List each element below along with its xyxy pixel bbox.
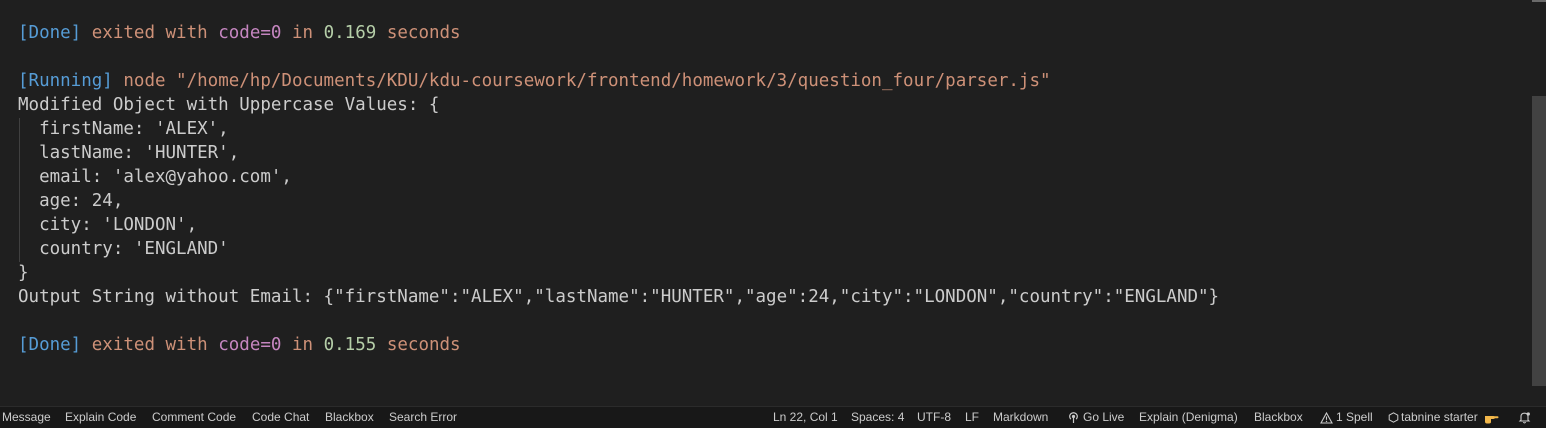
status-cursor-position[interactable]: Ln 22, Col 1 [773, 407, 838, 428]
seconds-text: seconds [386, 23, 461, 43]
done-tag: [Done] [18, 335, 82, 355]
object-line-email: email: 'alex@yahoo.com', [18, 167, 292, 187]
exit-code: code=0 [218, 23, 282, 43]
status-tabnine[interactable]: tabnine starter [1388, 407, 1502, 428]
in-text: in [291, 335, 314, 355]
status-language-mode[interactable]: Markdown [993, 407, 1048, 428]
output-line-done-2: [Done] exited with code=0 in 0.155 secon… [18, 333, 461, 357]
seconds-text: seconds [386, 335, 461, 355]
tabnine-icon [1388, 412, 1399, 424]
object-line-lastname: lastName: 'HUNTER', [18, 143, 240, 163]
status-spell[interactable]: 1 Spell [1320, 407, 1373, 428]
warning-icon [1320, 411, 1333, 424]
elapsed-time: 0.155 [323, 335, 377, 355]
status-code-chat[interactable]: Code Chat [252, 407, 309, 428]
output-panel[interactable]: [Done] exited with code=0 in 0.169 secon… [0, 0, 1532, 406]
exit-code: code=0 [218, 335, 282, 355]
status-indentation[interactable]: Spaces: 4 [851, 407, 904, 428]
status-explain-code[interactable]: Explain Code [65, 407, 136, 428]
bell-icon [1518, 412, 1531, 424]
running-tag: [Running] [18, 71, 113, 91]
status-bar: Message Explain Code Comment Code Code C… [0, 406, 1546, 428]
status-message[interactable]: Message [2, 407, 51, 428]
output-line-done-1: [Done] exited with code=0 in 0.169 secon… [18, 21, 461, 45]
status-blackbox-right[interactable]: Blackbox [1254, 407, 1303, 428]
vertical-scrollbar-thumb[interactable] [1532, 96, 1546, 386]
object-line-country: country: 'ENGLAND' [18, 239, 229, 259]
status-encoding[interactable]: UTF-8 [917, 407, 951, 428]
object-line-firstname: firstName: 'ALEX', [18, 119, 229, 139]
scroll-position-marker [1532, 0, 1546, 2]
in-text: in [291, 23, 314, 43]
object-line-city: city: 'LONDON', [18, 215, 198, 235]
status-go-live[interactable]: Go Live [1067, 407, 1124, 428]
elapsed-time: 0.169 [323, 23, 377, 43]
status-search-error[interactable]: Search Error [389, 407, 457, 428]
output-line-running: [Running] node "/home/hp/Documents/KDU/k… [18, 69, 1051, 93]
run-command: node "/home/hp/Documents/KDU/kdu-coursew… [123, 71, 1051, 91]
object-closing-brace: } [18, 263, 29, 283]
status-comment-code[interactable]: Comment Code [152, 407, 236, 428]
tabnine-label: tabnine starter [1401, 410, 1478, 424]
pointing-hand-icon [1485, 415, 1499, 424]
spell-label: 1 Spell [1336, 410, 1373, 424]
go-live-label: Go Live [1083, 410, 1125, 424]
exited-text: exited with [91, 335, 208, 355]
broadcast-icon [1069, 412, 1078, 424]
status-eol[interactable]: LF [965, 407, 979, 428]
output-line-modified-object: Modified Object with Uppercase Values: { [18, 95, 440, 115]
output-line-string: Output String without Email: {"firstName… [18, 287, 1220, 307]
status-explain-denigma[interactable]: Explain (Denigma) [1139, 407, 1238, 428]
done-tag: [Done] [18, 23, 82, 43]
exited-text: exited with [91, 23, 208, 43]
status-blackbox-left[interactable]: Blackbox [325, 407, 374, 428]
object-line-age: age: 24, [18, 191, 124, 211]
status-notifications[interactable] [1518, 407, 1534, 428]
